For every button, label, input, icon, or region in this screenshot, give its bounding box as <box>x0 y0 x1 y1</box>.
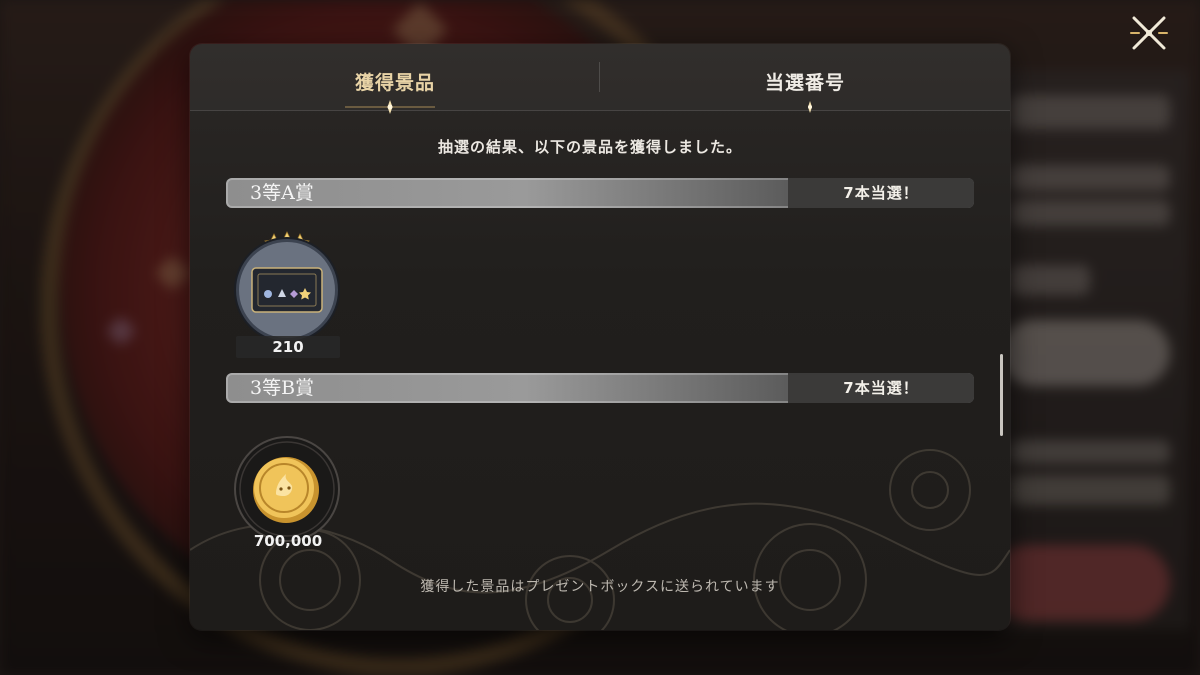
close-icon <box>1130 16 1168 50</box>
ticket-icon <box>234 231 340 340</box>
item-quantity: 700,000 <box>253 532 323 550</box>
prize-tier-label: 3等B賞 <box>250 377 315 399</box>
footer-note: 獲得した景品はプレゼントボックスに送られています <box>420 579 780 595</box>
prize-tier-bar: 3等B賞 7本当選！ <box>226 373 974 403</box>
tab-sparkle-icon <box>808 101 812 113</box>
lottery-result-dialog: 獲得景品 当選番号 抽選の結果、以下の景品を獲得しました。 3等A賞 7本当選！ <box>190 44 1010 630</box>
prize-tier-bar: 3等A賞 7本当選！ <box>226 178 974 208</box>
active-tab-sparkle-icon <box>345 100 435 114</box>
result-message: 抽選の結果、以下の景品を獲得しました。 <box>437 138 742 156</box>
prize-tier-label: 3等A賞 <box>250 182 314 204</box>
scrollbar[interactable] <box>1000 354 1003 436</box>
winner-count: 7本当選！ <box>788 373 974 403</box>
tab-bar: 獲得景品 当選番号 <box>190 44 1010 114</box>
close-button[interactable] <box>1124 10 1174 56</box>
winner-count: 7本当選！ <box>788 178 974 208</box>
gold-coin-icon <box>234 436 340 542</box>
item-quantity: 210 <box>236 336 340 358</box>
